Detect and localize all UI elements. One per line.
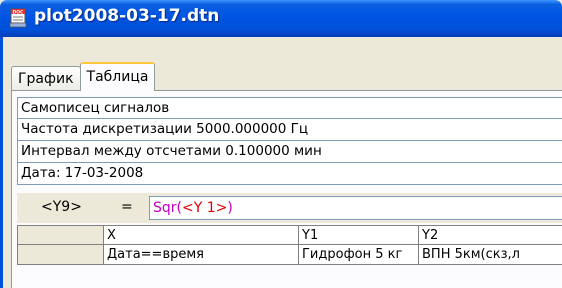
data-grid: X Y1 Y2 Дата==время Гидрофон 5 кг ВПН 5к… [17, 225, 562, 265]
info-sample-rate[interactable]: Частота дискретизации 5000.000000 Гц [17, 119, 562, 141]
grid-header-y1[interactable]: Y1 [299, 225, 419, 245]
formula-target-label: <Y9> [41, 199, 82, 215]
grid-corner-cell[interactable] [17, 225, 104, 245]
info-list: Самописец сигналов Частота дискретизации… [17, 97, 562, 185]
formula-input[interactable]: Sqr(<Y 1>) [149, 196, 562, 220]
formula-function: Sqr [153, 200, 177, 216]
table-tab-panel: Самописец сигналов Частота дискретизации… [11, 90, 562, 288]
grid-cell-y2-name[interactable]: ВПН 5км(скз,л [419, 245, 562, 265]
grid-header-x[interactable]: X [104, 225, 299, 245]
window-title: plot2008-03-17.dtn [34, 6, 220, 26]
grid-header-row: X Y1 Y2 [17, 225, 562, 245]
grid-cell-y1-name[interactable]: Гидрофон 5 кг [299, 245, 419, 265]
info-date[interactable]: Дата: 17-03-2008 [17, 163, 562, 185]
table-row: Дата==время Гидрофон 5 кг ВПН 5км(скз,л [17, 245, 562, 265]
formula-bar: <Y9> = Sqr(<Y 1>) [17, 193, 562, 223]
grid-row-header[interactable] [17, 245, 104, 265]
info-recorder-name[interactable]: Самописец сигналов [17, 97, 562, 119]
tab-graph[interactable]: График [11, 66, 81, 91]
grid-cell-x-name[interactable]: Дата==время [104, 245, 299, 265]
formula-equals: = [121, 199, 133, 215]
formula-close-paren: ) [227, 200, 233, 216]
grid-header-y2[interactable]: Y2 [419, 225, 562, 245]
document-app-icon[interactable]: DOC [8, 8, 28, 28]
formula-argument: <Y 1> [182, 200, 228, 216]
info-interval[interactable]: Интервал между отсчетами 0.100000 мин [17, 141, 562, 163]
window-titlebar[interactable]: DOC plot2008-03-17.dtn [0, 0, 562, 37]
tab-strip: График Таблица [11, 61, 156, 91]
tab-table[interactable]: Таблица [79, 62, 156, 91]
svg-text:DOC: DOC [13, 9, 25, 15]
